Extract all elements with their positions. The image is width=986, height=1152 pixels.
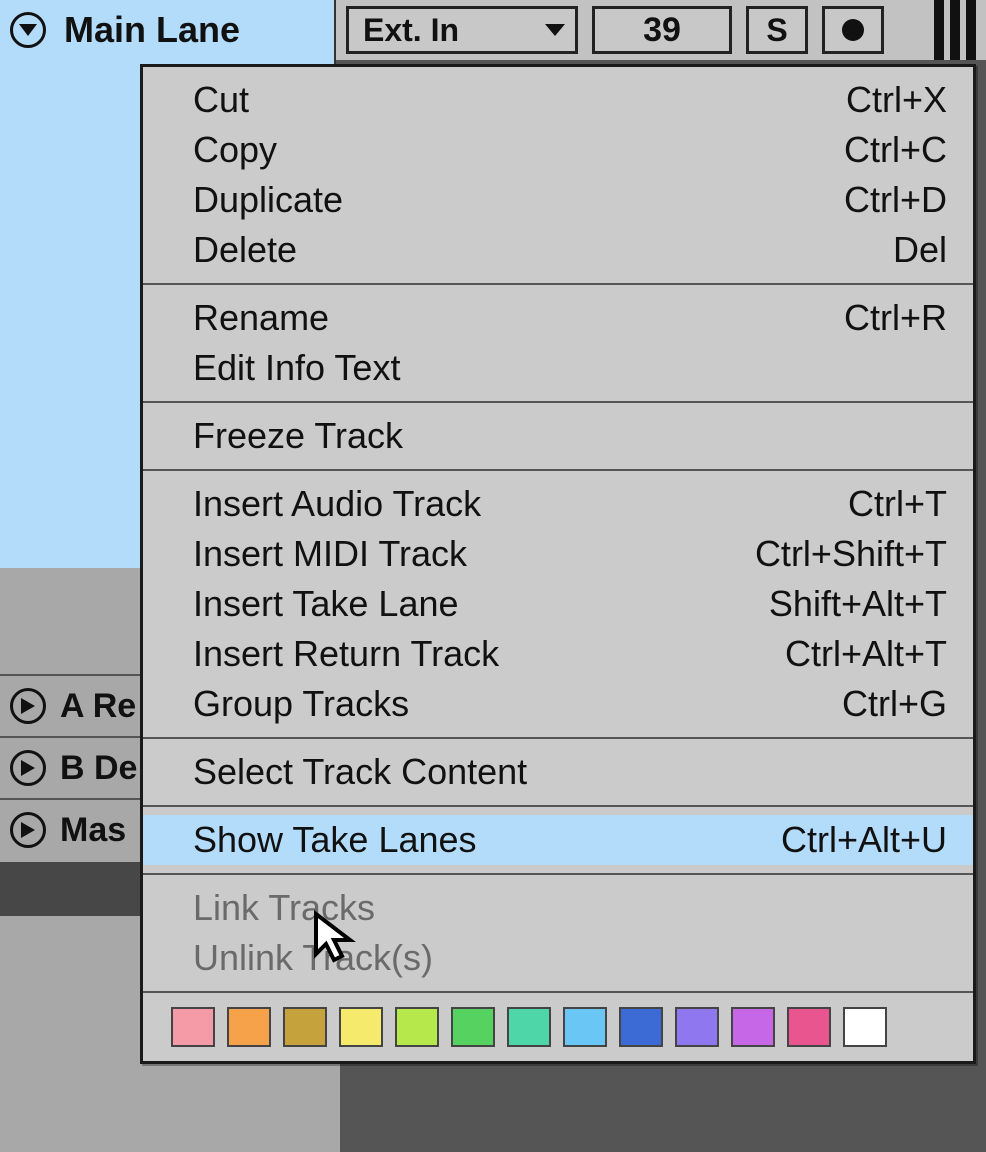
return-track-label: B De [60, 749, 137, 788]
menu-item-shortcut: Shift+Alt+T [769, 583, 947, 625]
menu-item-label: Delete [193, 229, 297, 271]
menu-item-insert-return-track[interactable]: Insert Return Track Ctrl+Alt+T [143, 629, 973, 679]
meter-bars [934, 0, 976, 60]
menu-item-label: Insert MIDI Track [193, 533, 467, 575]
menu-item-delete[interactable]: Delete Del [143, 225, 973, 275]
menu-item-shortcut: Ctrl+G [842, 683, 947, 725]
solo-button[interactable]: S [746, 6, 808, 54]
input-source-value: Ext. In [363, 12, 459, 49]
menu-item-shortcut: Ctrl+Alt+T [785, 633, 947, 675]
menu-item-copy[interactable]: Copy Ctrl+C [143, 125, 973, 175]
play-circle-icon [10, 812, 46, 848]
menu-group: Insert Audio TrackCtrl+TInsert MIDI Trac… [143, 471, 973, 737]
menu-item-label: Insert Audio Track [193, 483, 481, 525]
menu-item-edit-info-text[interactable]: Edit Info Text [143, 343, 973, 393]
menu-item-label: Copy [193, 129, 277, 171]
menu-item-label: Duplicate [193, 179, 343, 221]
menu-item-cut[interactable]: Cut Ctrl+X [143, 75, 973, 125]
play-circle-icon [10, 750, 46, 786]
menu-item-label: Edit Info Text [193, 347, 400, 389]
color-swatch[interactable] [563, 1007, 607, 1047]
arm-record-button[interactable] [822, 6, 884, 54]
menu-item-label: Insert Take Lane [193, 583, 459, 625]
menu-item-insert-audio-track[interactable]: Insert Audio Track Ctrl+T [143, 479, 973, 529]
color-swatch[interactable] [283, 1007, 327, 1047]
menu-item-select-track-content[interactable]: Select Track Content [143, 747, 973, 797]
menu-item-label: Group Tracks [193, 683, 409, 725]
color-swatch[interactable] [787, 1007, 831, 1047]
record-icon [840, 17, 866, 43]
color-swatch[interactable] [675, 1007, 719, 1047]
menu-item-show-take-lanes[interactable]: Show Take Lanes Ctrl+Alt+U [143, 815, 973, 865]
menu-item-insert-midi-track[interactable]: Insert MIDI Track Ctrl+Shift+T [143, 529, 973, 579]
play-circle-icon [10, 688, 46, 724]
menu-item-group-tracks[interactable]: Group Tracks Ctrl+G [143, 679, 973, 729]
menu-item-link-tracks: Link Tracks [143, 883, 973, 933]
menu-item-shortcut: Ctrl+R [844, 297, 947, 339]
menu-item-freeze-track[interactable]: Freeze Track [143, 411, 973, 461]
track-header-row: Main Lane Ext. In 39 S [0, 0, 986, 60]
menu-item-duplicate[interactable]: Duplicate Ctrl+D [143, 175, 973, 225]
menu-item-shortcut: Ctrl+C [844, 129, 947, 171]
color-swatch[interactable] [395, 1007, 439, 1047]
menu-group: Link Tracks Unlink Track(s) [143, 875, 973, 991]
menu-item-shortcut: Del [893, 229, 947, 271]
menu-item-shortcut: Ctrl+D [844, 179, 947, 221]
menu-item-shortcut: Ctrl+Alt+U [781, 819, 947, 861]
color-swatch[interactable] [451, 1007, 495, 1047]
dropdown-triangle-icon [545, 24, 565, 36]
menu-group: Rename Ctrl+R Edit Info Text [143, 285, 973, 401]
color-picker-row [143, 993, 973, 1061]
chevron-down-icon [19, 24, 37, 36]
menu-group: Freeze Track [143, 403, 973, 469]
track-number-box[interactable]: 39 [592, 6, 732, 54]
menu-item-shortcut: Ctrl+Shift+T [755, 533, 947, 575]
color-swatch[interactable] [507, 1007, 551, 1047]
track-fold-button[interactable] [10, 12, 46, 48]
menu-group: Show Take Lanes Ctrl+Alt+U [143, 807, 973, 873]
master-track-label: Mas [60, 811, 126, 850]
color-swatch[interactable] [843, 1007, 887, 1047]
menu-item-label: Freeze Track [193, 415, 403, 457]
track-title-cell[interactable]: Main Lane [0, 0, 336, 60]
color-swatch[interactable] [619, 1007, 663, 1047]
color-swatch[interactable] [227, 1007, 271, 1047]
menu-item-label: Rename [193, 297, 329, 339]
menu-group: CutCtrl+XCopyCtrl+CDuplicateCtrl+DDelete… [143, 67, 973, 283]
menu-group: Select Track Content [143, 739, 973, 805]
menu-item-label: Select Track Content [193, 751, 527, 793]
menu-item-shortcut: Ctrl+X [846, 79, 947, 121]
track-number-value: 39 [643, 11, 681, 50]
menu-item-shortcut: Ctrl+T [848, 483, 947, 525]
color-swatch[interactable] [731, 1007, 775, 1047]
menu-item-unlink-track-s-: Unlink Track(s) [143, 933, 973, 983]
menu-item-label: Cut [193, 79, 249, 121]
color-swatch[interactable] [339, 1007, 383, 1047]
menu-item-rename[interactable]: Rename Ctrl+R [143, 293, 973, 343]
input-source-dropdown[interactable]: Ext. In [346, 6, 578, 54]
menu-item-label: Insert Return Track [193, 633, 499, 675]
menu-item-label: Show Take Lanes [193, 819, 477, 861]
solo-label: S [766, 12, 787, 49]
menu-item-insert-take-lane[interactable]: Insert Take Lane Shift+Alt+T [143, 579, 973, 629]
track-io-controls: Ext. In 39 S [336, 0, 986, 60]
menu-item-label: Unlink Track(s) [193, 937, 433, 979]
track-title: Main Lane [64, 9, 240, 51]
return-track-label: A Re [60, 687, 136, 726]
track-context-menu: CutCtrl+XCopyCtrl+CDuplicateCtrl+DDelete… [140, 64, 976, 1064]
color-swatch[interactable] [171, 1007, 215, 1047]
menu-item-label: Link Tracks [193, 887, 375, 929]
